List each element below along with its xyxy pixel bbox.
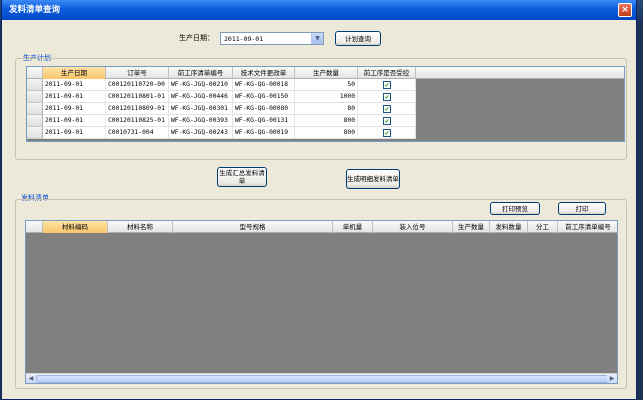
cell-date: 2011-09-01 xyxy=(43,115,106,127)
date-picker[interactable]: 2011-09-01 ▼ xyxy=(220,32,324,45)
cell-qty: 1000 xyxy=(295,91,358,103)
table-row[interactable]: 2011-09-01 C00120110809-01 WF-KG-JGQ-00301… xyxy=(43,103,416,115)
cell-tech: WF-KG-QG-00018 xyxy=(233,79,295,91)
cell-ctrl[interactable]: ✔ xyxy=(358,91,416,103)
cell-ctrl[interactable]: ✔ xyxy=(358,127,416,139)
column-tech-change[interactable]: 技术文件更改单 xyxy=(233,67,295,79)
column-production-qty[interactable]: 生产数量 xyxy=(453,221,490,233)
cell-order: C00120110801-01 xyxy=(106,91,169,103)
cell-date: 2011-09-01 xyxy=(43,127,106,139)
cell-qty: 80 xyxy=(295,103,358,115)
issue-grid-hscrollbar[interactable]: ◀ ▶ xyxy=(26,373,617,383)
cell-ctrl[interactable]: ✔ xyxy=(358,115,416,127)
cell-tech: WF-KG-QG-00150 xyxy=(233,91,295,103)
column-unit-qty[interactable]: 单机量 xyxy=(333,221,373,233)
cell-date: 2011-09-01 xyxy=(43,79,106,91)
cell-prev: WF-KG-JGQ-00210 xyxy=(169,79,233,91)
cell-qty: 800 xyxy=(295,115,358,127)
cell-ctrl[interactable]: ✔ xyxy=(358,79,416,91)
cell-prev: WF-KG-JGQ-00393 xyxy=(169,115,233,127)
column-install-position[interactable]: 装入位号 xyxy=(373,221,453,233)
column-material-name[interactable]: 材料名称 xyxy=(108,221,173,233)
row-header[interactable] xyxy=(27,91,43,103)
scroll-thumb[interactable] xyxy=(36,375,617,383)
scroll-right-icon[interactable]: ▶ xyxy=(607,374,617,383)
checkbox-controlled[interactable]: ✔ xyxy=(383,93,391,101)
column-model-spec[interactable]: 型号规格 xyxy=(173,221,333,233)
column-prev-process-list[interactable]: 前工序清单编号 xyxy=(169,67,233,79)
column-issue-qty[interactable]: 发料数量 xyxy=(490,221,528,233)
chevron-down-icon[interactable]: ▼ xyxy=(311,33,323,44)
table-row[interactable]: 2011-09-01 C00120110825-01 WF-KG-JGQ-00393… xyxy=(43,115,416,127)
table-row[interactable]: 2011-09-01 C00120110801-01 WF-KG-JGQ-00446… xyxy=(43,91,416,103)
cell-prev: WF-KG-JGQ-00446 xyxy=(169,91,233,103)
row-header[interactable] xyxy=(27,127,43,139)
table-row[interactable]: 2011-09-01 C0010731-004 WF-KG-JGQ-00243 WF-… xyxy=(43,127,416,139)
row-header[interactable] xyxy=(27,103,43,115)
generate-detail-button[interactable]: 生成明细发料清单 xyxy=(346,169,400,189)
checkbox-controlled[interactable]: ✔ xyxy=(383,81,391,89)
row-header[interactable] xyxy=(27,115,43,127)
column-prev-controlled[interactable]: 前工序是否受控 xyxy=(358,67,416,79)
row-header[interactable] xyxy=(27,79,43,91)
window-title-bar: 发料清单查询 × xyxy=(2,0,636,20)
print-button[interactable]: 打印 xyxy=(558,202,606,215)
cell-ctrl[interactable]: ✔ xyxy=(358,103,416,115)
date-value: 2011-09-01 xyxy=(224,35,264,43)
table-row[interactable]: 2011-09-01 C00120110720-00 WF-KG-JGQ-00210… xyxy=(43,79,416,91)
cell-tech: WF-KG-QG-00019 xyxy=(233,127,295,139)
cell-tech: WF-KG-QG-00131 xyxy=(233,115,295,127)
cell-tech: WF-KG-QG-00080 xyxy=(233,103,295,115)
scroll-left-icon[interactable]: ◀ xyxy=(26,374,36,383)
print-preview-button[interactable]: 打印预览 xyxy=(490,202,540,215)
column-production-date[interactable]: 生产日期 xyxy=(43,67,106,79)
cell-order: C0010731-004 xyxy=(106,127,169,139)
issue-grid: 材料编码 材料名称 型号规格 单机量 装入位号 生产数量 发料数量 分工 前工序… xyxy=(25,220,618,384)
checkbox-controlled[interactable]: ✔ xyxy=(383,117,391,125)
column-prev-process-list[interactable]: 前工序清单编号 xyxy=(558,221,617,233)
cell-qty: 800 xyxy=(295,127,358,139)
checkbox-controlled[interactable]: ✔ xyxy=(383,105,391,113)
cell-order: C00120110825-01 xyxy=(106,115,169,127)
cell-qty: 50 xyxy=(295,79,358,91)
date-label: 生产日期： xyxy=(179,34,214,42)
cell-order: C00120110720-00 xyxy=(106,79,169,91)
cell-order: C00120110809-01 xyxy=(106,103,169,115)
select-all-corner[interactable] xyxy=(26,221,43,233)
cell-prev: WF-KG-JGQ-00301 xyxy=(169,103,233,115)
main-window: 发料清单查询 × 生产日期： 2011-09-01 ▼ 计划查询 生产计划 生产… xyxy=(1,0,637,400)
select-all-corner[interactable] xyxy=(27,67,43,79)
cell-date: 2011-09-01 xyxy=(43,103,106,115)
plan-grid: 生产日期 订单号 前工序清单编号 技术文件更改单 生产数量 前工序是否受控 20… xyxy=(26,66,625,142)
column-material-code[interactable]: 材料编码 xyxy=(43,221,108,233)
plan-query-button[interactable]: 计划查询 xyxy=(335,31,381,46)
column-division[interactable]: 分工 xyxy=(528,221,558,233)
cell-date: 2011-09-01 xyxy=(43,91,106,103)
plan-grid-header: 生产日期 订单号 前工序清单编号 技术文件更改单 生产数量 前工序是否受控 xyxy=(27,67,624,79)
checkbox-controlled[interactable]: ✔ xyxy=(383,129,391,137)
issue-grid-header: 材料编码 材料名称 型号规格 单机量 装入位号 生产数量 发料数量 分工 前工序… xyxy=(26,221,617,233)
close-button[interactable]: × xyxy=(618,3,632,17)
column-order-number[interactable]: 订单号 xyxy=(106,67,169,79)
column-production-qty[interactable]: 生产数量 xyxy=(295,67,358,79)
window-title: 发料清单查询 xyxy=(9,5,61,15)
generate-summary-button[interactable]: 生成汇总发料清单 xyxy=(217,167,267,187)
cell-prev: WF-KG-JGQ-00243 xyxy=(169,127,233,139)
